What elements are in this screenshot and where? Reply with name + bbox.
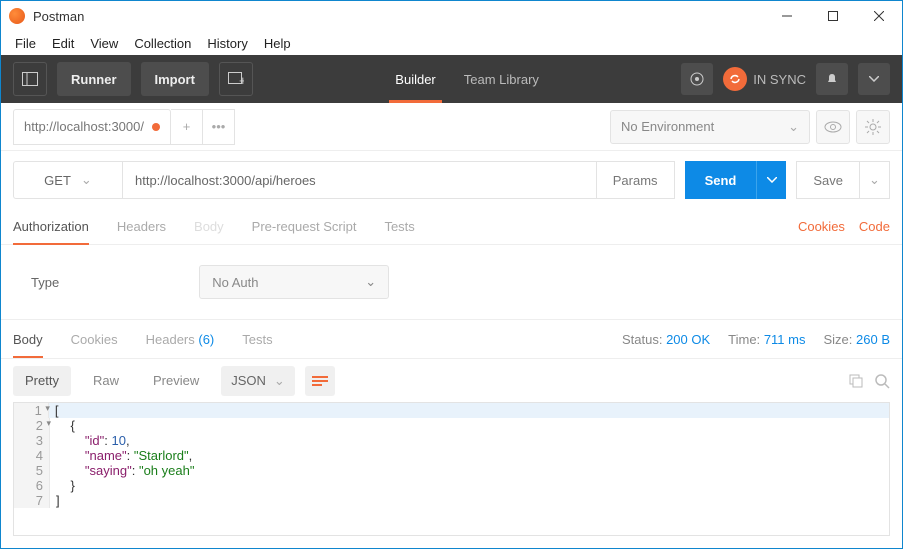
cookies-link[interactable]: Cookies bbox=[798, 219, 845, 234]
request-tabs-row: http://localhost:3000/ + ••• No Environm… bbox=[1, 103, 902, 151]
code-link[interactable]: Code bbox=[859, 219, 890, 234]
menu-view[interactable]: View bbox=[82, 34, 126, 53]
sync-status[interactable]: IN SYNC bbox=[723, 67, 806, 91]
unsaved-dot-icon bbox=[152, 123, 160, 131]
settings-button[interactable] bbox=[856, 110, 890, 144]
response-tab-body[interactable]: Body bbox=[13, 320, 43, 358]
chevron-down-icon: ⌄ bbox=[365, 274, 376, 290]
window-title: Postman bbox=[33, 9, 764, 24]
environment-select[interactable]: No Environment ⌄ bbox=[610, 110, 810, 144]
minimize-button[interactable] bbox=[764, 1, 810, 31]
chevron-down-icon: ⌄ bbox=[81, 172, 92, 188]
response-stats: Status: 200 OK Time: 711 ms Size: 260 B bbox=[622, 332, 890, 347]
notifications-button[interactable] bbox=[816, 63, 848, 95]
search-response-button[interactable] bbox=[874, 373, 890, 389]
menu-help[interactable]: Help bbox=[256, 34, 299, 53]
menu-edit[interactable]: Edit bbox=[44, 34, 82, 53]
response-tab-tests[interactable]: Tests bbox=[242, 320, 272, 358]
response-tabs: Body Cookies Headers (6) Tests Status: 2… bbox=[1, 320, 902, 358]
environment-preview-button[interactable] bbox=[816, 110, 850, 144]
user-menu-button[interactable] bbox=[858, 63, 890, 95]
menu-history[interactable]: History bbox=[199, 34, 255, 53]
save-dropdown-button[interactable]: ⌄ bbox=[860, 161, 890, 199]
params-button[interactable]: Params bbox=[597, 161, 675, 199]
tab-prerequest[interactable]: Pre-request Script bbox=[252, 209, 357, 244]
app-logo-icon bbox=[9, 8, 25, 24]
time-value: 711 ms bbox=[764, 332, 806, 347]
request-row: GET ⌄ Params Send Save ⌄ bbox=[1, 151, 902, 209]
size-value: 260 B bbox=[856, 332, 890, 347]
view-pretty-button[interactable]: Pretty bbox=[13, 366, 71, 396]
auth-type-select[interactable]: No Auth ⌄ bbox=[199, 265, 389, 299]
tab-headers[interactable]: Headers bbox=[117, 209, 166, 244]
add-tab-button[interactable]: + bbox=[171, 109, 203, 145]
tab-overflow-button[interactable]: ••• bbox=[203, 109, 235, 145]
send-button[interactable]: Send bbox=[685, 161, 757, 199]
format-select[interactable]: JSON ⌄ bbox=[221, 366, 295, 396]
auth-type-label: Type bbox=[31, 275, 59, 290]
view-preview-button[interactable]: Preview bbox=[141, 366, 211, 396]
chevron-down-icon: ⌄ bbox=[274, 373, 285, 389]
import-button[interactable]: Import bbox=[141, 62, 209, 96]
tab-authorization[interactable]: Authorization bbox=[13, 209, 89, 244]
request-tab-label: http://localhost:3000/ bbox=[24, 119, 144, 134]
response-tab-headers[interactable]: Headers (6) bbox=[146, 320, 215, 358]
menu-file[interactable]: File bbox=[7, 34, 44, 53]
new-window-button[interactable]: + bbox=[219, 62, 253, 96]
tab-tests[interactable]: Tests bbox=[384, 209, 414, 244]
url-input[interactable] bbox=[123, 161, 597, 199]
copy-response-button[interactable] bbox=[848, 373, 864, 389]
maximize-button[interactable] bbox=[810, 1, 856, 31]
auth-type-value: No Auth bbox=[212, 275, 258, 290]
titlebar: Postman bbox=[1, 1, 902, 31]
svg-text:+: + bbox=[239, 73, 244, 86]
environment-label: No Environment bbox=[621, 119, 714, 134]
sync-icon bbox=[723, 67, 747, 91]
send-dropdown-button[interactable] bbox=[756, 161, 786, 199]
save-button[interactable]: Save bbox=[796, 161, 860, 199]
close-button[interactable] bbox=[856, 1, 902, 31]
menu-collection[interactable]: Collection bbox=[126, 34, 199, 53]
auth-section: Type No Auth ⌄ bbox=[1, 245, 902, 320]
menubar: File Edit View Collection History Help bbox=[1, 31, 902, 55]
tab-team-library[interactable]: Team Library bbox=[464, 55, 539, 103]
response-tab-cookies[interactable]: Cookies bbox=[71, 320, 118, 358]
sync-label: IN SYNC bbox=[753, 72, 806, 87]
view-raw-button[interactable]: Raw bbox=[81, 366, 131, 396]
method-label: GET bbox=[44, 173, 71, 188]
toolbar: Runner Import + Builder Team Library IN … bbox=[1, 55, 902, 103]
status-value: 200 OK bbox=[666, 332, 710, 347]
method-select[interactable]: GET ⌄ bbox=[13, 161, 123, 199]
runner-button[interactable]: Runner bbox=[57, 62, 131, 96]
request-subtabs: Authorization Headers Body Pre-request S… bbox=[1, 209, 902, 245]
viewer-controls: Pretty Raw Preview JSON ⌄ bbox=[1, 358, 902, 402]
request-tab[interactable]: http://localhost:3000/ bbox=[13, 109, 171, 145]
interceptor-icon[interactable] bbox=[681, 63, 713, 95]
tab-body[interactable]: Body bbox=[194, 209, 224, 244]
toggle-sidebar-button[interactable] bbox=[13, 62, 47, 96]
tab-builder[interactable]: Builder bbox=[395, 55, 435, 103]
response-body-viewer[interactable]: 1[2 {3 "id": 10,4 "name": "Starlord",5 "… bbox=[13, 402, 890, 536]
chevron-down-icon: ⌄ bbox=[788, 119, 799, 135]
wrap-lines-button[interactable] bbox=[305, 366, 335, 396]
